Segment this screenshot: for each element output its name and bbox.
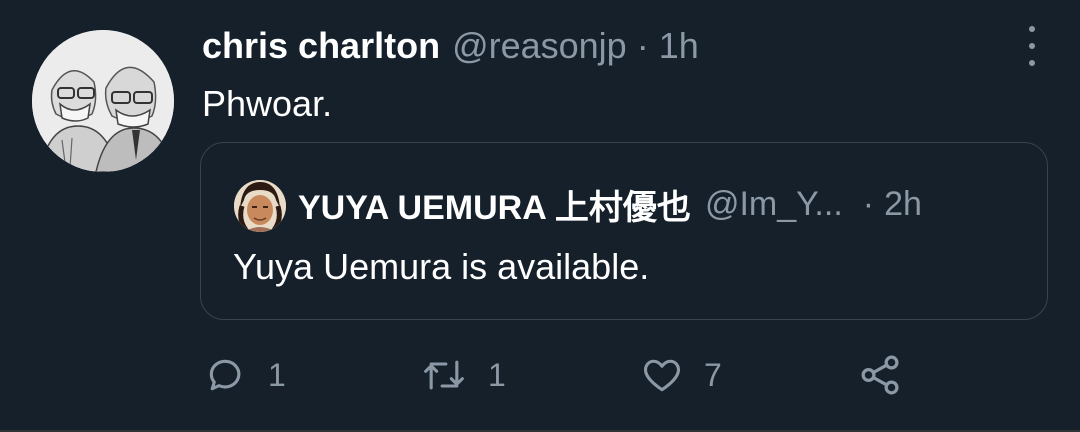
quoted-author-handle: @Im_Y... <box>704 184 843 223</box>
retweet-button[interactable]: 1 <box>420 350 506 400</box>
quoted-tweet-text: Yuya Uemura is available. <box>233 246 650 287</box>
retweet-icon <box>424 360 464 390</box>
like-button[interactable]: 7 <box>640 350 722 400</box>
quoted-author-name: YUYA UEMURA 上村優也 <box>298 188 691 227</box>
retweet-count: 1 <box>488 356 506 393</box>
quoted-tweet-time: 2h <box>884 184 922 223</box>
author-name[interactable]: chris charlton <box>202 25 440 67</box>
tweet-text: Phwoar. <box>202 83 333 124</box>
tweet[interactable]: chris charlton @reasonjp · 1h Phwoar. YU… <box>0 0 1080 432</box>
more-vertical-icon[interactable] <box>1022 26 1042 66</box>
reply-button[interactable]: 1 <box>204 350 286 400</box>
author-avatar[interactable] <box>32 30 174 172</box>
quoted-author-avatar <box>234 180 286 232</box>
tweet-actions: 1 1 7 <box>0 350 1080 400</box>
separator-dot: · <box>636 25 649 66</box>
tweet-time[interactable]: 1h <box>659 25 699 67</box>
reply-count: 1 <box>268 356 286 393</box>
share-button[interactable] <box>858 350 904 400</box>
reply-icon <box>209 359 241 391</box>
quoted-tweet-header: YUYA UEMURA 上村優也 @Im_Y... · 2h <box>298 179 922 229</box>
quoted-separator-dot: · <box>862 184 875 223</box>
heart-icon <box>643 359 681 392</box>
quoted-tweet[interactable]: YUYA UEMURA 上村優也 @Im_Y... · 2h Yuya Uemu… <box>200 142 1048 320</box>
share-icon <box>861 355 899 395</box>
author-handle[interactable]: @reasonjp <box>452 25 627 67</box>
tweet-header: chris charlton @reasonjp · 1h <box>202 22 699 70</box>
like-count: 7 <box>704 356 722 393</box>
